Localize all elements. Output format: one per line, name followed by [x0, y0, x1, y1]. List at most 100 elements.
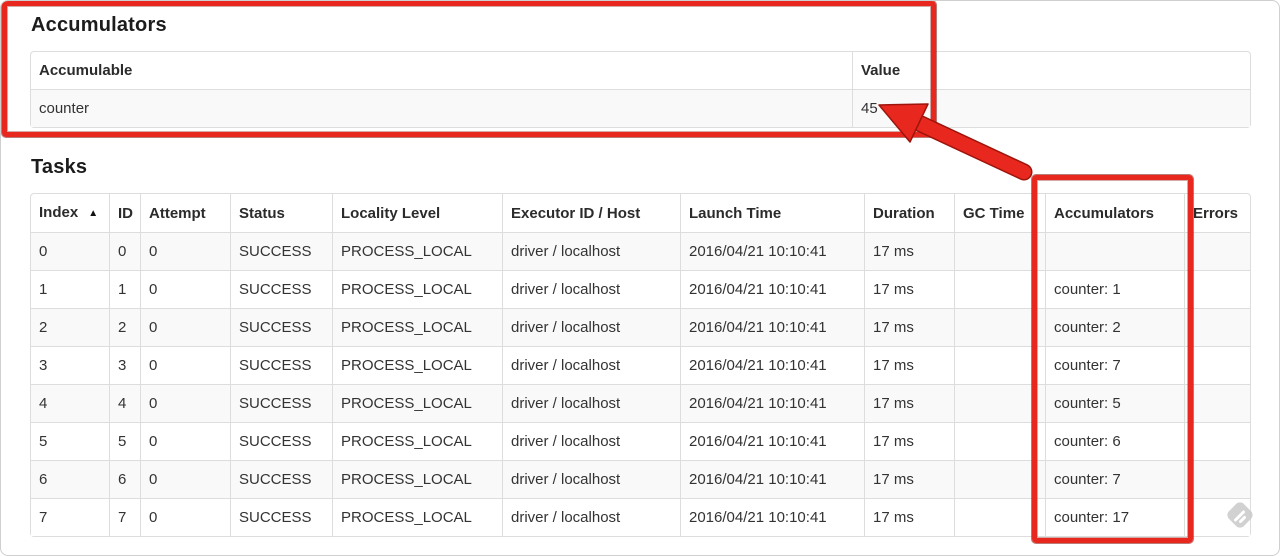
tasks-cell-accumulators: counter: 5: [1045, 384, 1184, 422]
tasks-cell-accumulators: counter: 7: [1045, 346, 1184, 384]
tasks-col-label: Status: [239, 204, 285, 222]
tasks-col-header-duration[interactable]: Duration: [864, 194, 954, 232]
tasks-cell-duration: 17 ms: [864, 422, 954, 460]
tasks-cell-id: 3: [109, 346, 140, 384]
tasks-cell-executor-id-host: driver / localhost: [502, 232, 680, 270]
tasks-cell-locality-level: PROCESS_LOCAL: [332, 346, 502, 384]
tasks-cell-accumulators: [1045, 232, 1184, 270]
tasks-cell-errors: [1184, 384, 1250, 422]
tasks-col-label: Locality Level: [341, 204, 441, 222]
tasks-col-header-gc-time[interactable]: GC Time: [954, 194, 1045, 232]
tasks-cell-errors: [1184, 232, 1250, 270]
tasks-cell-status: SUCCESS: [230, 460, 332, 498]
tasks-cell-errors: [1184, 270, 1250, 308]
tasks-col-label: GC Time: [963, 204, 1025, 222]
tasks-table: Index ▲ ID Attempt Status Locality Level Execu…: [30, 193, 1251, 537]
tasks-cell-launch-time: 2016/04/21 10:10:41: [680, 232, 864, 270]
accumulable-table-body: counter 45: [31, 89, 1250, 127]
tasks-cell-duration: 17 ms: [864, 498, 954, 536]
tasks-col-header-launch-time[interactable]: Launch Time: [680, 194, 864, 232]
tasks-cell-id: 5: [109, 422, 140, 460]
tasks-col-header-id[interactable]: ID: [109, 194, 140, 232]
tasks-cell-locality-level: PROCESS_LOCAL: [332, 308, 502, 346]
tasks-col-header-attempt[interactable]: Attempt: [140, 194, 230, 232]
tasks-cell-status: SUCCESS: [230, 498, 332, 536]
tasks-cell-id: 0: [109, 232, 140, 270]
tasks-cell-duration: 17 ms: [864, 270, 954, 308]
accumulable-cell-value: 45: [852, 89, 1250, 127]
tasks-cell-index: 3: [31, 346, 109, 384]
spark-ui-page: Accumulators Accumulable Value counter 45 …: [0, 0, 1280, 556]
tasks-col-label: ID: [118, 204, 133, 222]
tasks-cell-errors: [1184, 308, 1250, 346]
tasks-cell-errors: [1184, 346, 1250, 384]
accumulable-cell-accumulable: counter: [31, 89, 852, 127]
accumulable-col-label: Accumulable: [39, 62, 133, 79]
tasks-col-header-status[interactable]: Status: [230, 194, 332, 232]
tasks-cell-status: SUCCESS: [230, 232, 332, 270]
tasks-cell-gc-time: [954, 270, 1045, 308]
tasks-cell-errors: [1184, 460, 1250, 498]
tasks-header-row: Index ▲ ID Attempt Status Locality Level Execu…: [31, 194, 1250, 232]
tasks-cell-index: 7: [31, 498, 109, 536]
page-content: Accumulators Accumulable Value counter 45 …: [1, 14, 1279, 537]
tasks-cell-executor-id-host: driver / localhost: [502, 270, 680, 308]
tasks-cell-accumulators: counter: 2: [1045, 308, 1184, 346]
tasks-cell-attempt: 0: [140, 460, 230, 498]
tasks-cell-launch-time: 2016/04/21 10:10:41: [680, 384, 864, 422]
tasks-cell-attempt: 0: [140, 270, 230, 308]
tasks-cell-gc-time: [954, 422, 1045, 460]
tasks-col-header-locality-level[interactable]: Locality Level: [332, 194, 502, 232]
tasks-col-label: Index: [39, 204, 79, 221]
tasks-col-header-errors[interactable]: Errors: [1184, 194, 1250, 232]
tasks-cell-duration: 17 ms: [864, 346, 954, 384]
tasks-table-row: 0 0 0 SUCCESS PROCESS_LOCAL driver / localhos…: [31, 232, 1250, 270]
tasks-cell-index: 2: [31, 308, 109, 346]
tasks-cell-gc-time: [954, 460, 1045, 498]
tasks-col-label: Launch Time: [689, 204, 782, 222]
accumulable-col-label: Value: [861, 62, 901, 79]
tasks-cell-executor-id-host: driver / localhost: [502, 460, 680, 498]
tasks-cell-launch-time: 2016/04/21 10:10:41: [680, 270, 864, 308]
tasks-col-label: Duration: [873, 204, 935, 222]
tasks-cell-attempt: 0: [140, 346, 230, 384]
tasks-cell-executor-id-host: driver / localhost: [502, 384, 680, 422]
tasks-cell-id: 7: [109, 498, 140, 536]
tasks-table-row: 4 4 0 SUCCESS PROCESS_LOCAL driver / localhos…: [31, 384, 1250, 422]
tasks-cell-status: SUCCESS: [230, 384, 332, 422]
tasks-table-row: 5 5 0 SUCCESS PROCESS_LOCAL driver / localhos…: [31, 422, 1250, 460]
tasks-col-label: Errors: [1193, 204, 1239, 222]
tasks-table-row: 1 1 0 SUCCESS PROCESS_LOCAL driver / localhos…: [31, 270, 1250, 308]
tasks-cell-status: SUCCESS: [230, 422, 332, 460]
accumulators-section-title: Accumulators: [31, 14, 167, 36]
tasks-col-header-executor-id-host[interactable]: Executor ID / Host: [502, 194, 680, 232]
tasks-cell-launch-time: 2016/04/21 10:10:41: [680, 422, 864, 460]
accumulable-col-header-accumulable[interactable]: Accumulable: [31, 52, 852, 89]
tasks-cell-locality-level: PROCESS_LOCAL: [332, 232, 502, 270]
accumulable-col-header-value[interactable]: Value: [852, 52, 1250, 89]
tasks-cell-gc-time: [954, 308, 1045, 346]
tasks-cell-id: 1: [109, 270, 140, 308]
accumulable-header-row: Accumulable Value: [31, 52, 1250, 89]
tasks-col-header-accumulators[interactable]: Accumulators: [1045, 194, 1184, 232]
tasks-cell-id: 6: [109, 460, 140, 498]
tasks-cell-launch-time: 2016/04/21 10:10:41: [680, 460, 864, 498]
tasks-section-title: Tasks: [31, 156, 88, 178]
tasks-cell-status: SUCCESS: [230, 270, 332, 308]
tasks-cell-duration: 17 ms: [864, 460, 954, 498]
tasks-cell-duration: 17 ms: [864, 384, 954, 422]
tasks-cell-status: SUCCESS: [230, 346, 332, 384]
tasks-cell-executor-id-host: driver / localhost: [502, 498, 680, 536]
tasks-cell-locality-level: PROCESS_LOCAL: [332, 460, 502, 498]
tasks-cell-executor-id-host: driver / localhost: [502, 422, 680, 460]
accumulable-table-head: Accumulable Value: [31, 52, 1250, 89]
tasks-cell-index: 6: [31, 460, 109, 498]
tasks-cell-executor-id-host: driver / localhost: [502, 308, 680, 346]
tasks-cell-launch-time: 2016/04/21 10:10:41: [680, 308, 864, 346]
tasks-col-header-index[interactable]: Index ▲: [31, 194, 109, 232]
tasks-cell-launch-time: 2016/04/21 10:10:41: [680, 346, 864, 384]
tasks-cell-errors: [1184, 498, 1250, 536]
tasks-table-row: 2 2 0 SUCCESS PROCESS_LOCAL driver / localhos…: [31, 308, 1250, 346]
accumulable-table-row: counter 45: [31, 89, 1250, 127]
tasks-cell-gc-time: [954, 346, 1045, 384]
